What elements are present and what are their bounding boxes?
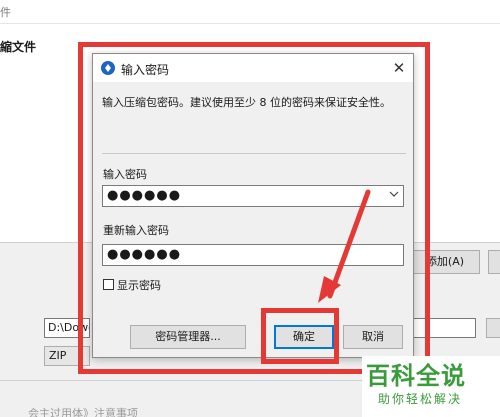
highlight-frame-ok: [261, 308, 339, 364]
watermark-subtitle: 助你轻松解决: [378, 392, 463, 406]
watermark-logo: 百科全说: [366, 362, 466, 390]
background-header-title: 縮文件: [0, 40, 37, 54]
background-side-button[interactable]: [488, 250, 500, 274]
background-titlebar: 件: [0, 0, 500, 24]
watermark: 百科全说 助你轻松解决: [362, 356, 500, 417]
background-footer-text: 会主过用体》注意事项: [28, 407, 138, 417]
highlight-frame-dialog: [78, 42, 430, 374]
browse-button[interactable]: [486, 318, 500, 338]
background-window-title: 件: [0, 6, 11, 19]
